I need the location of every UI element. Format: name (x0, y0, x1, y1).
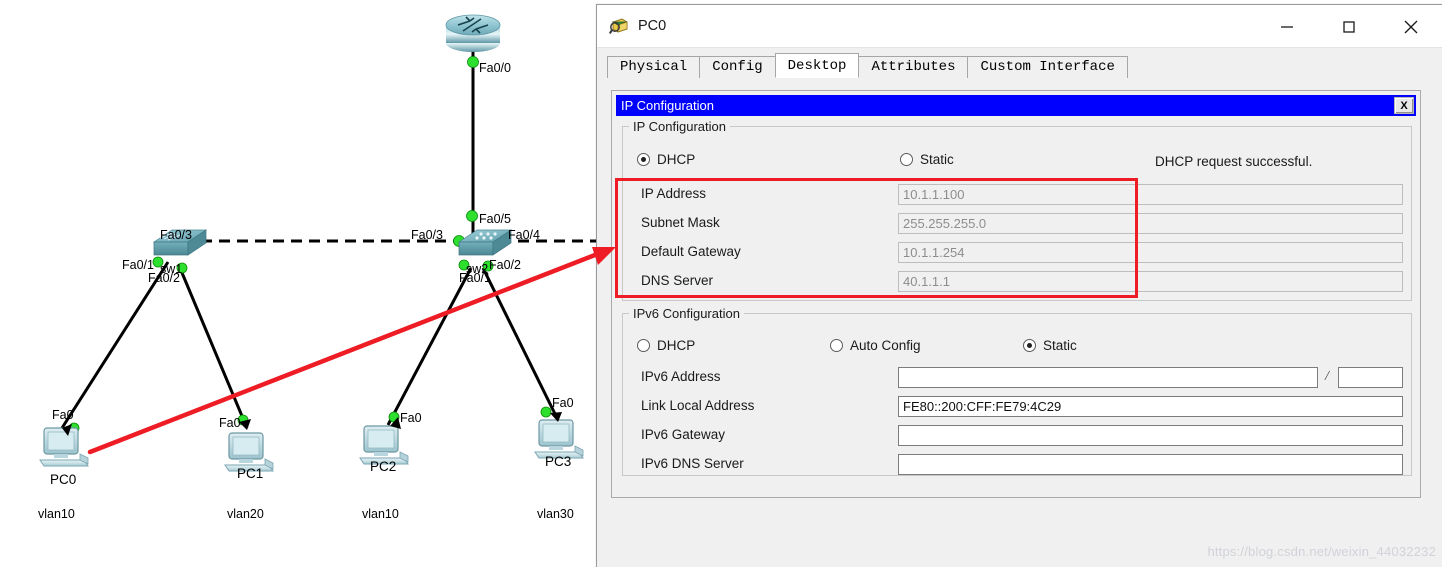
default-gateway-input[interactable]: 10.1.1.254 (898, 242, 1403, 263)
port-label-sw1-fa01: Fa0/1 (122, 258, 154, 272)
watermark-text: https://blog.csdn.net/weixin_44032232 (1207, 544, 1436, 559)
port-label-sw2-fa05: Fa0/5 (479, 212, 511, 226)
ip-address-label: IP Address (641, 186, 707, 201)
screenshot-root: Fa0/0 Fa0/5 Fa0/3 Fa0/3 Fa0/4 Fa0/1 Fa0/… (0, 0, 1442, 567)
ipv4-configuration-group: IP Configuration DHCP Static DHCP reques… (622, 119, 1412, 301)
ipv4-row-subnet-mask: Subnet Mask 255.255.255.0 (633, 213, 1403, 234)
ipv6-row-address: IPv6 Address / (633, 367, 1403, 388)
dns-server-input[interactable]: 40.1.1.1 (898, 271, 1403, 292)
tab-attributes[interactable]: Attributes (858, 56, 969, 78)
maximize-button[interactable] (1326, 5, 1372, 48)
ipv6-row-link-local: Link Local Address FE80::200:CFF:FE79:4C… (633, 396, 1403, 417)
ipv6-static-label: Static (1043, 338, 1077, 353)
pc0-label: PC0 (50, 472, 77, 487)
port-label-pc3-fa0: Fa0 (552, 396, 574, 410)
port-label-pc1-fa0: Fa0 (219, 416, 241, 430)
inner-close-button[interactable]: X (1394, 97, 1414, 114)
link-local-address-label: Link Local Address (641, 398, 755, 413)
radio-dot-icon (637, 339, 650, 352)
port-label-router-fa00: Fa0/0 (479, 61, 511, 75)
pc0-vlan-label: vlan10 (38, 507, 75, 521)
ipv4-row-dns-server: DNS Server 40.1.1.1 (633, 271, 1403, 292)
ipv6-auto-config-label: Auto Config (850, 338, 921, 353)
inner-window-title: IP Configuration (621, 98, 714, 113)
tab-physical[interactable]: Physical (607, 56, 701, 78)
subnet-mask-label: Subnet Mask (641, 215, 720, 230)
port-label-pc0-fa0: Fa0 (52, 408, 74, 422)
port-label-sw2-fa03: Fa0/3 (411, 228, 443, 242)
ipv6-address-label: IPv6 Address (641, 369, 721, 384)
dhcp-status-message: DHCP request successful. (1155, 154, 1313, 169)
window-title: PC0 (638, 18, 667, 34)
pc1-vlan-label: vlan20 (227, 507, 264, 521)
ipv4-dhcp-label: DHCP (657, 152, 696, 167)
default-gateway-label: Default Gateway (641, 244, 741, 259)
pc2-vlan-label: vlan10 (362, 507, 399, 521)
ipv6-configuration-group: IPv6 Configuration DHCP Auto Config Stat… (622, 306, 1412, 476)
ipv4-mode-dhcp-radio[interactable]: DHCP (637, 152, 695, 167)
port-label-sw2-fa02: Fa0/2 (489, 258, 521, 272)
pc3-label: PC3 (545, 454, 572, 469)
ipv6-address-input[interactable] (898, 367, 1318, 388)
ipv4-mode-static-radio[interactable]: Static (900, 152, 954, 167)
port-label-sw2-fa04: Fa0/4 (508, 228, 540, 242)
desktop-panel: IP Configuration X IP Configuration DHCP… (611, 90, 1421, 498)
router-icon (445, 14, 501, 52)
ipv6-dhcp-label: DHCP (657, 338, 696, 353)
tab-config[interactable]: Config (699, 56, 776, 78)
radio-dot-icon (1023, 339, 1036, 352)
port-label-sw1-fa03: Fa0/3 (160, 228, 192, 242)
tab-desktop[interactable]: Desktop (774, 53, 860, 78)
ipv6-mode-auto-config-radio[interactable]: Auto Config (830, 338, 921, 353)
window-titlebar[interactable]: PC0 (597, 5, 1442, 48)
ipv6-gateway-label: IPv6 Gateway (641, 427, 726, 442)
radio-dot-icon (830, 339, 843, 352)
ip-address-input[interactable]: 10.1.1.100 (898, 184, 1403, 205)
network-topology-canvas[interactable]: Fa0/0 Fa0/5 Fa0/3 Fa0/3 Fa0/4 Fa0/1 Fa0/… (0, 0, 600, 567)
radio-dot-icon (637, 153, 650, 166)
pc3-icon (534, 419, 584, 459)
port-label-pc2-fa0: Fa0 (400, 411, 422, 425)
ipv6-group-legend: IPv6 Configuration (633, 306, 740, 321)
ipv6-row-dns-server: IPv6 DNS Server (633, 454, 1403, 475)
dns-server-label: DNS Server (641, 273, 714, 288)
ipv4-row-default-gateway: Default Gateway 10.1.1.254 (633, 242, 1403, 263)
minimize-button[interactable] (1264, 5, 1310, 48)
ipv6-mode-dhcp-radio[interactable]: DHCP (637, 338, 695, 353)
pc0-device-window[interactable]: PC0 Physical Config Desktop Attributes C… (596, 4, 1442, 567)
ipv6-gateway-input[interactable] (898, 425, 1403, 446)
tab-custom-interface[interactable]: Custom Interface (967, 56, 1128, 78)
topology-links (39, 14, 600, 472)
ip-configuration-inner-titlebar[interactable]: IP Configuration X (616, 95, 1416, 116)
ipv6-dns-server-label: IPv6 DNS Server (641, 456, 744, 471)
ipv6-prefix-input[interactable] (1338, 367, 1403, 388)
subnet-mask-input[interactable]: 255.255.255.0 (898, 213, 1403, 234)
pc0-icon (39, 427, 89, 467)
prefix-separator-slash: / (1325, 369, 1329, 384)
pc2-label: PC2 (370, 459, 397, 474)
switch2-icon (457, 229, 513, 256)
ipv6-row-gateway: IPv6 Gateway (633, 425, 1403, 446)
switch1-label: sw1 (160, 262, 183, 276)
radio-dot-icon (900, 153, 913, 166)
switch2-label: sw2 (466, 262, 489, 276)
pc3-vlan-label: vlan30 (537, 507, 574, 521)
ipv6-mode-static-radio[interactable]: Static (1023, 338, 1077, 353)
pc1-label: PC1 (237, 466, 264, 481)
ipv4-row-ip-address: IP Address 10.1.1.100 (633, 184, 1403, 205)
ipv4-static-label: Static (920, 152, 954, 167)
ipv6-dns-server-input[interactable] (898, 454, 1403, 475)
device-tabs[interactable]: Physical Config Desktop Attributes Custo… (607, 53, 1442, 78)
link-local-address-input[interactable]: FE80::200:CFF:FE79:4C29 (898, 396, 1403, 417)
close-window-icon[interactable] (1388, 5, 1434, 48)
ipv4-group-legend: IP Configuration (633, 119, 726, 134)
packet-tracer-device-icon (608, 16, 629, 36)
